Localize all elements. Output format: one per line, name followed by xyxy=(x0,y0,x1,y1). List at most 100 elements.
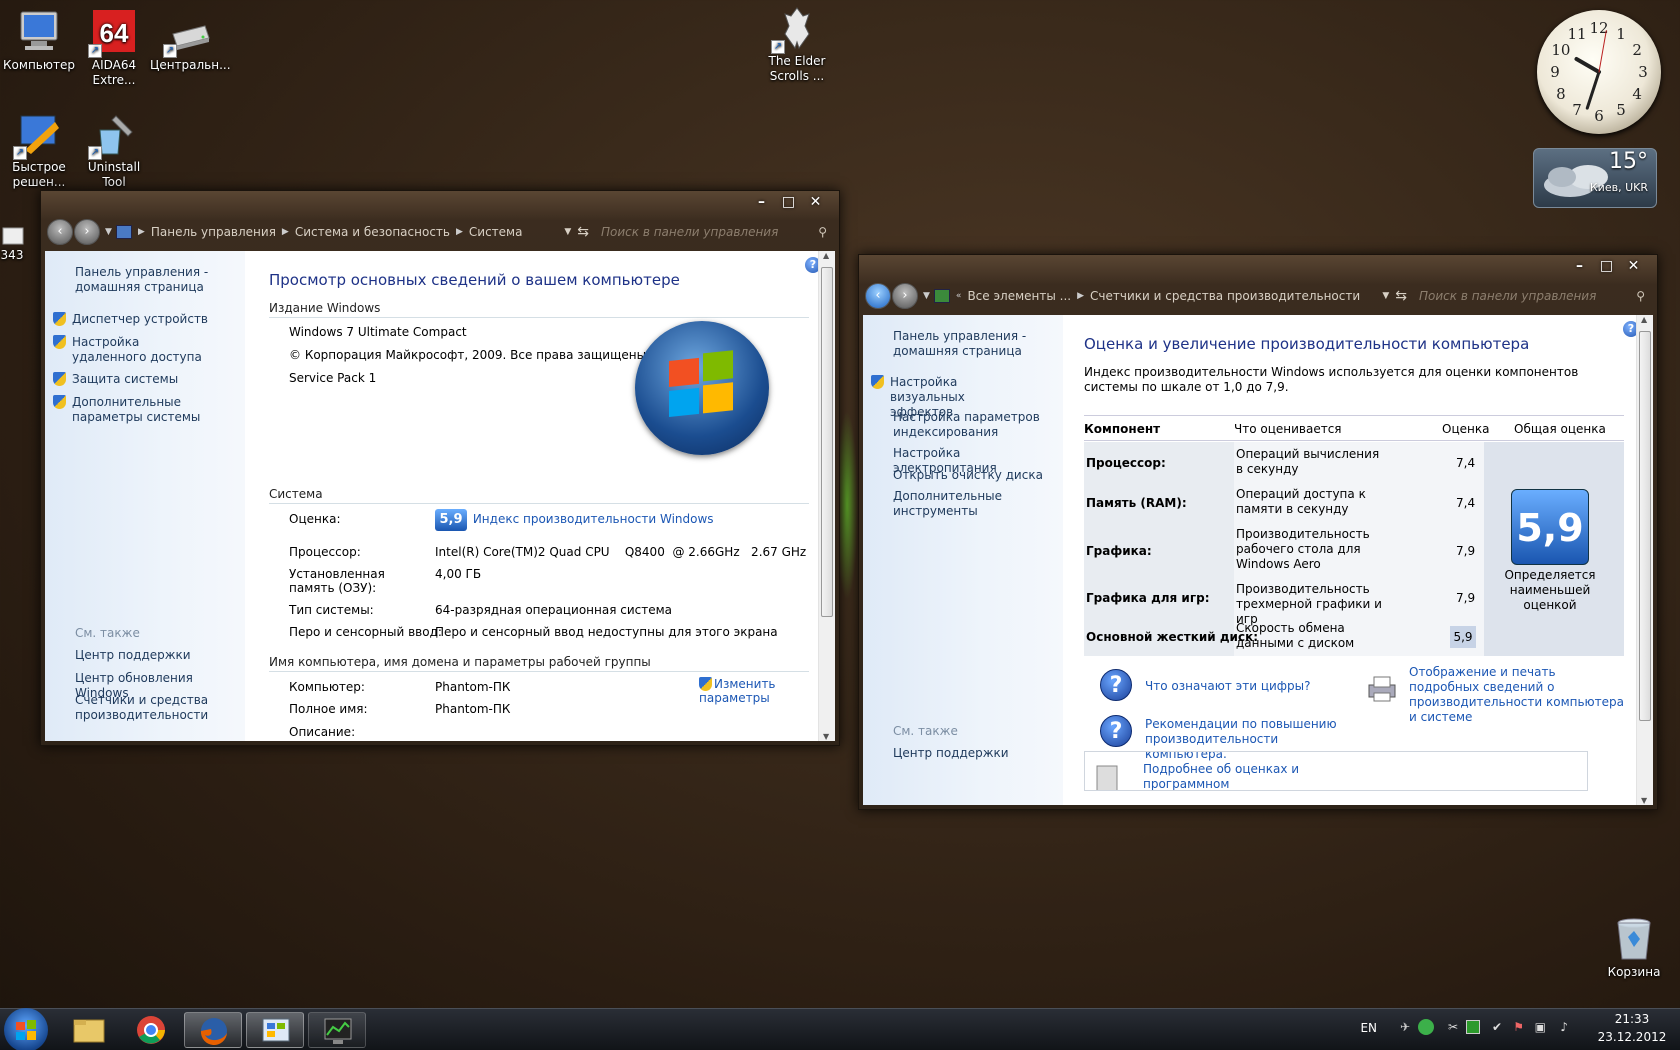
clock-date[interactable]: 23.12.2012 xyxy=(1592,1030,1672,1044)
breadcrumb-item[interactable]: Все элементы ... xyxy=(967,289,1071,303)
see-also-link[interactable]: Счетчики и средства производительности xyxy=(75,693,225,723)
taskbar-firefox[interactable] xyxy=(184,1012,242,1048)
see-also-link[interactable]: Центр поддержки xyxy=(75,648,191,663)
component-desc: Производительность рабочего стола для Wi… xyxy=(1236,527,1370,571)
forward-button[interactable]: › xyxy=(74,219,100,245)
search-icon[interactable]: ⚲ xyxy=(1636,289,1645,303)
type-value: 64-разрядная операционная система xyxy=(435,603,673,617)
desktop-icon-computer[interactable]: Компьютер xyxy=(0,8,78,73)
see-also-link[interactable]: Центр поддержки xyxy=(893,746,1009,761)
question-icon: ? xyxy=(1100,715,1132,747)
meaning-link[interactable]: Что означают эти цифры? xyxy=(1145,679,1311,693)
start-button[interactable] xyxy=(4,1008,48,1050)
skyrim-icon: ↗ xyxy=(771,4,821,54)
tray-flag-icon[interactable]: ⚑ xyxy=(1513,1020,1524,1034)
tray-green-icon[interactable] xyxy=(1466,1020,1480,1034)
scrollbar[interactable]: ▲ ▼ xyxy=(818,251,835,741)
task-device-manager[interactable]: Диспетчер устройств xyxy=(53,312,243,327)
close-button[interactable]: ✕ xyxy=(1620,257,1647,275)
taskbar-perf-monitor[interactable] xyxy=(308,1012,366,1048)
more-info-link[interactable]: Подробнее об оценках и программном обесп… xyxy=(1143,762,1313,790)
breadcrumb-item[interactable]: Система xyxy=(469,225,523,239)
language-indicator[interactable]: EN xyxy=(1360,1021,1377,1035)
chevron-down-icon[interactable]: ▼ xyxy=(105,227,112,237)
tray-app-icon[interactable] xyxy=(1418,1019,1434,1035)
print-details-link[interactable]: Отображение и печать подробных сведений … xyxy=(1409,665,1624,725)
task-disk-cleanup[interactable]: Открыть очистку диска xyxy=(893,468,1043,483)
system-window[interactable]: – □ ✕ ‹ › ▼ ▶ Панель управления ▶ Система … xyxy=(40,190,840,746)
minimize-button[interactable]: – xyxy=(748,193,775,211)
desktop-icon-label: Центральн... xyxy=(150,58,231,72)
performance-window[interactable]: – □ ✕ ‹ › ▼ «Все элементы ... ▶ Счетчики … xyxy=(858,254,1658,810)
change-settings-link[interactable]: Изменить параметры xyxy=(699,677,789,705)
task-system-protection[interactable]: Защита системы xyxy=(53,372,243,387)
taskbar-explorer[interactable] xyxy=(60,1012,118,1048)
base-score-badge: 5,9 xyxy=(1511,489,1589,565)
breadcrumb[interactable]: «Все элементы ... ▶ Счетчики и средства п… xyxy=(956,284,1411,308)
maximize-button[interactable]: □ xyxy=(1593,257,1620,275)
search-input[interactable]: Поиск в панели управления ⚲ xyxy=(593,220,833,244)
desktop-icon-uninstall[interactable]: ↗ Uninstall Tool xyxy=(75,110,153,190)
home-link[interactable]: Панель управления - домашняя страница xyxy=(893,329,1053,359)
breadcrumb-item[interactable]: Система и безопасность xyxy=(295,225,450,239)
quick-fix-icon: ↗ xyxy=(13,110,63,160)
volume-icon[interactable]: ♪ xyxy=(1560,1020,1568,1034)
scroll-up-icon[interactable]: ▲ xyxy=(823,251,829,260)
rating-badge[interactable]: 5,9 xyxy=(435,509,467,531)
desktop-icon-skyrim[interactable]: ↗ The Elder Scrolls ... xyxy=(758,4,836,84)
task-indexing[interactable]: Настройка параметров индексирования xyxy=(893,410,1043,440)
desktop-icon-aida64[interactable]: 64 ↗ AIDA64 Extre... xyxy=(75,8,153,88)
rating-link[interactable]: Индекс производительности Windows xyxy=(473,512,714,526)
task-remote-access[interactable]: Настройка удаленного доступа xyxy=(53,335,243,365)
scrollbar-thumb[interactable] xyxy=(821,267,833,617)
clock-gadget[interactable]: 12 1 2 3 4 5 6 7 8 9 10 11 xyxy=(1537,10,1661,134)
task-advanced-settings[interactable]: Дополнительные параметры системы xyxy=(53,395,243,425)
service-pack: Service Pack 1 xyxy=(289,371,377,385)
ram-label: Установленная память (ОЗУ): xyxy=(289,567,385,595)
breadcrumb-item[interactable]: Панель управления xyxy=(151,225,276,239)
taskbar-control-panel[interactable] xyxy=(246,1012,304,1048)
tray-network-icon[interactable]: ▣ xyxy=(1535,1020,1546,1034)
search-input[interactable]: Поиск в панели управления ⚲ xyxy=(1411,284,1651,308)
cpu-label: Процессор: xyxy=(289,545,361,559)
back-button[interactable]: ‹ xyxy=(865,283,891,309)
forward-button[interactable]: › xyxy=(892,283,918,309)
ram-value: 4,00 ГБ xyxy=(435,567,482,581)
desktop-icon-quickfix[interactable]: ↗ Быстрое решен... xyxy=(0,110,78,190)
clock-time[interactable]: 21:33 xyxy=(1592,1012,1672,1026)
weather-gadget[interactable]: 15° Киев, UKR xyxy=(1533,148,1657,208)
cpu-value: Intel(R) Core(TM)2 Quad CPU Q8400 @ 2.66… xyxy=(435,545,807,559)
scrollbar-thumb[interactable] xyxy=(1639,331,1651,721)
desktop-icon-label: Быстрое решен... xyxy=(12,160,66,189)
control-panel-icon xyxy=(262,1018,290,1042)
chevron-down-icon[interactable]: ▼ xyxy=(564,227,571,237)
back-button[interactable]: ‹ xyxy=(47,219,73,245)
taskbar-chrome[interactable] xyxy=(122,1012,180,1048)
second-hand xyxy=(1598,30,1607,73)
search-icon[interactable]: ⚲ xyxy=(818,225,827,239)
rating-link-group[interactable]: 5,9 Индекс производительности Windows xyxy=(435,509,714,531)
refresh-icon[interactable]: ⇆ xyxy=(1395,288,1407,304)
breadcrumb-item[interactable]: Счетчики и средства производительности xyxy=(1090,289,1360,303)
component-score: 7,4 xyxy=(1456,496,1476,510)
desktop-icon-recycle-bin[interactable]: Корзина xyxy=(1595,915,1673,980)
scroll-up-icon[interactable]: ▲ xyxy=(1641,315,1647,324)
scroll-down-icon[interactable]: ▼ xyxy=(1641,796,1647,805)
tray-arrow-icon[interactable]: ✈ xyxy=(1400,1020,1410,1034)
refresh-icon[interactable]: ⇆ xyxy=(577,224,589,240)
tray-check-icon[interactable]: ✔ xyxy=(1492,1020,1502,1034)
chevron-down-icon[interactable]: ▼ xyxy=(923,291,930,301)
tray-tool-icon[interactable]: ✂ xyxy=(1448,1020,1458,1034)
home-link[interactable]: Панель управления - домашняя страница xyxy=(75,265,235,295)
maximize-button[interactable]: □ xyxy=(775,193,802,211)
desktop-icon-label: Uninstall Tool xyxy=(87,160,141,189)
chevron-down-icon[interactable]: ▼ xyxy=(1382,291,1389,301)
scroll-down-icon[interactable]: ▼ xyxy=(823,732,829,741)
minimize-button[interactable]: – xyxy=(1566,257,1593,275)
scrollbar[interactable]: ▲ ▼ xyxy=(1636,315,1653,805)
desktop-icon-343[interactable]: 343 xyxy=(0,226,42,263)
desktop-icon-drive[interactable]: ↗ Центральн... xyxy=(150,8,231,73)
task-advanced-tools[interactable]: Дополнительные инструменты xyxy=(893,489,1013,519)
close-button[interactable]: ✕ xyxy=(802,193,829,211)
breadcrumb[interactable]: ▶ Панель управления ▶ Система и безопаснос… xyxy=(138,220,593,244)
